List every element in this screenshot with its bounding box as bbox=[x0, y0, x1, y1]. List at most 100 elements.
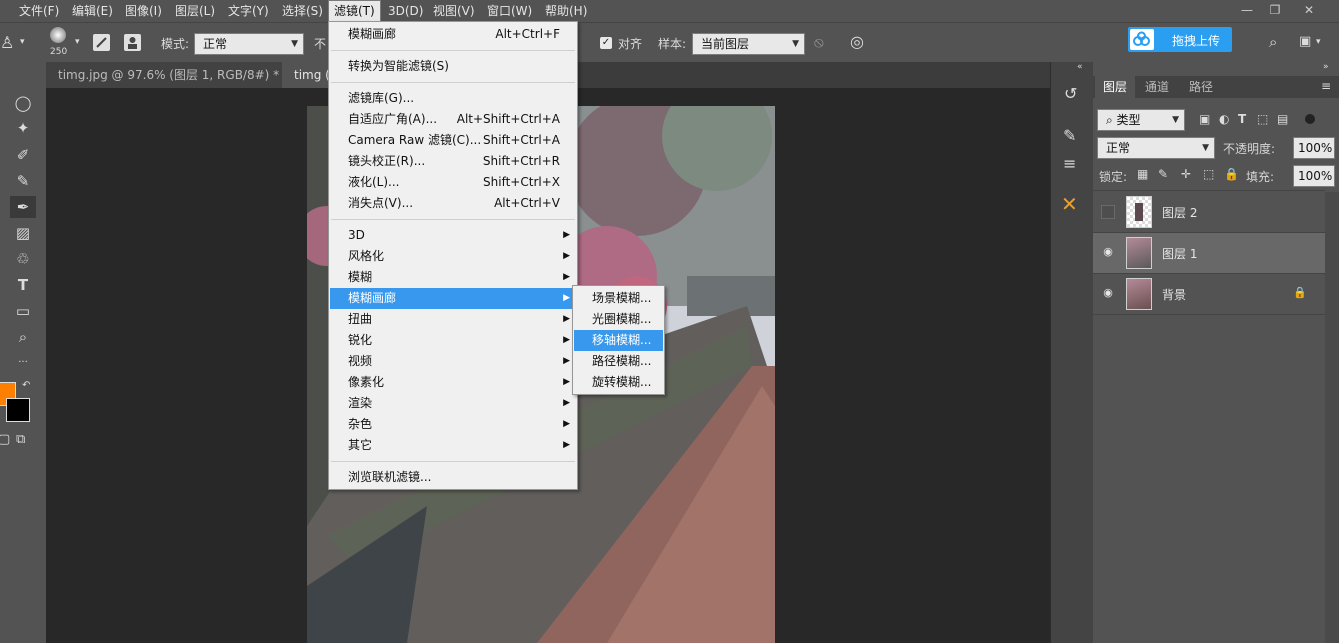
swap-colors-icon[interactable]: ↶ bbox=[22, 380, 30, 391]
chevron-down-icon[interactable]: ▾ bbox=[20, 37, 25, 47]
layer-filter-select[interactable]: ⌕ 类型 ▼ bbox=[1097, 109, 1185, 131]
menu-item-video[interactable]: 视频 ▶ bbox=[330, 351, 576, 372]
lock-all-icon[interactable]: 🔒 bbox=[1224, 167, 1239, 181]
menu-item-last-filter[interactable]: 模糊画廊 Alt+Ctrl+F bbox=[330, 24, 576, 45]
menu-item-stylize[interactable]: 风格化 ▶ bbox=[330, 246, 576, 267]
ignore-adjustment-layers-icon[interactable]: ⦸ bbox=[814, 33, 824, 51]
menu-item-browse-online[interactable]: 浏览联机滤镜... bbox=[330, 467, 576, 488]
sample-select[interactable]: 当前图层 ▼ bbox=[692, 33, 805, 55]
chevron-down-icon[interactable]: ▾ bbox=[75, 37, 80, 47]
workspace-icon[interactable]: ▣ bbox=[1299, 34, 1311, 49]
eyedropper-tool-icon[interactable]: ✐ bbox=[10, 144, 36, 166]
menu-type[interactable]: 文字(Y) bbox=[228, 0, 269, 22]
collapse-icon[interactable]: « bbox=[1077, 62, 1083, 72]
menu-item-iris-blur[interactable]: 光圈模糊... bbox=[574, 309, 663, 330]
eye-icon[interactable]: ◉ bbox=[1101, 245, 1115, 259]
menu-item-blur[interactable]: 模糊 ▶ bbox=[330, 267, 576, 288]
tab-timg-1[interactable]: timg (1 bbox=[282, 62, 332, 88]
tab-paths[interactable]: 路径 bbox=[1189, 76, 1213, 98]
clone-source-icon[interactable] bbox=[124, 34, 141, 51]
menu-item-3d[interactable]: 3D ▶ bbox=[330, 225, 576, 246]
chevron-down-icon[interactable]: ▾ bbox=[1316, 37, 1321, 47]
tab-timg-jpg[interactable]: timg.jpg @ 97.6% (图层 1, RGB/8#) * bbox=[46, 62, 282, 88]
layer-row[interactable]: 图层 2 bbox=[1093, 192, 1325, 233]
fill-input[interactable]: 100% bbox=[1293, 165, 1335, 187]
lock-position-icon[interactable]: ✛ bbox=[1181, 167, 1191, 181]
brush-settings-icon[interactable] bbox=[93, 34, 110, 51]
menu-item-sharpen[interactable]: 锐化 ▶ bbox=[330, 330, 576, 351]
menu-item-lens-correction[interactable]: 镜头校正(R)... Shift+Ctrl+R bbox=[330, 151, 576, 172]
menu-item-filter-gallery[interactable]: 滤镜库(G)... bbox=[330, 88, 576, 109]
menu-item-path-blur[interactable]: 路径模糊... bbox=[574, 351, 663, 372]
background-color-swatch[interactable] bbox=[6, 398, 30, 422]
pen-tool-icon[interactable]: ♲ bbox=[10, 248, 36, 270]
blend-mode-select[interactable]: 正常 ▼ bbox=[1097, 137, 1215, 159]
more-tools-icon[interactable]: ··· bbox=[10, 352, 36, 374]
layer-name[interactable]: 图层 1 bbox=[1162, 245, 1197, 262]
menu-item-distort[interactable]: 扭曲 ▶ bbox=[330, 309, 576, 330]
close-icon[interactable]: ✕ bbox=[1296, 0, 1322, 20]
menu-item-pixelate[interactable]: 像素化 ▶ bbox=[330, 372, 576, 393]
screen-mode-icon[interactable]: ⧉ bbox=[16, 432, 25, 447]
menu-item-liquify[interactable]: 液化(L)... Shift+Ctrl+X bbox=[330, 172, 576, 193]
rectangle-tool-icon[interactable]: ▭ bbox=[10, 300, 36, 322]
panel-menu-icon[interactable]: ≡ bbox=[1321, 79, 1331, 93]
menu-item-vanishing-point[interactable]: 消失点(V)... Alt+Ctrl+V bbox=[330, 193, 576, 214]
visibility-toggle-off[interactable] bbox=[1101, 205, 1115, 219]
type-tool-icon[interactable]: T bbox=[10, 274, 36, 296]
opacity-input[interactable]: 100% bbox=[1293, 137, 1335, 159]
filter-shape-icon[interactable]: ⬚ bbox=[1257, 112, 1268, 126]
adjustments-icon[interactable]: ≡ bbox=[1063, 154, 1076, 173]
zoom-tool-icon[interactable]: ⌕ bbox=[10, 326, 36, 348]
filter-smart-object-icon[interactable]: ▤ bbox=[1277, 112, 1288, 126]
minimize-icon[interactable]: — bbox=[1234, 0, 1260, 20]
restore-icon[interactable]: ❐ bbox=[1262, 0, 1288, 20]
clone-stamp-tool-icon[interactable]: ♙ bbox=[0, 33, 14, 52]
pressure-size-icon[interactable]: ◎ bbox=[850, 32, 864, 51]
align-checkbox[interactable]: ✓ bbox=[600, 37, 612, 49]
filter-adjustment-icon[interactable]: ◐ bbox=[1219, 112, 1229, 126]
brush-preview-icon[interactable] bbox=[50, 27, 66, 43]
layer-name[interactable]: 背景 bbox=[1162, 286, 1186, 303]
history-icon[interactable]: ↺ bbox=[1064, 84, 1077, 103]
menu-edit[interactable]: 编辑(E) bbox=[72, 0, 113, 22]
menu-item-blur-gallery[interactable]: 模糊画廊 ▶ bbox=[330, 288, 576, 309]
menu-item-adaptive-wide-angle[interactable]: 自适应广角(A)... Alt+Shift+Ctrl+A bbox=[330, 109, 576, 130]
menu-item-tilt-shift[interactable]: 移轴模糊... bbox=[574, 330, 663, 351]
healing-brush-tool-icon[interactable]: ✎ bbox=[10, 170, 36, 192]
tab-layers[interactable]: 图层 bbox=[1095, 76, 1136, 98]
quick-select-tool-icon[interactable]: ✦ bbox=[10, 117, 36, 139]
gradient-tool-icon[interactable]: ▨ bbox=[10, 222, 36, 244]
menu-item-field-blur[interactable]: 场景模糊... bbox=[574, 288, 663, 309]
eye-icon[interactable]: ◉ bbox=[1101, 286, 1115, 300]
collapse-icon[interactable]: » bbox=[1323, 62, 1329, 72]
menu-item-convert-smart-filter[interactable]: 转换为智能滤镜(S) bbox=[330, 56, 576, 77]
layers-scrollbar[interactable] bbox=[1325, 192, 1339, 643]
menu-window[interactable]: 窗口(W) bbox=[487, 0, 532, 22]
tab-channels[interactable]: 通道 bbox=[1145, 76, 1169, 98]
lock-artboard-icon[interactable]: ⬚ bbox=[1203, 167, 1214, 181]
layer-name[interactable]: 图层 2 bbox=[1162, 204, 1197, 221]
upload-button[interactable]: 拖拽上传 bbox=[1128, 27, 1232, 52]
lock-transparent-icon[interactable]: ▦ bbox=[1137, 167, 1148, 181]
menu-3d[interactable]: 3D(D) bbox=[388, 0, 423, 22]
lock-image-icon[interactable]: ✎ bbox=[1158, 167, 1168, 181]
menu-help[interactable]: 帮助(H) bbox=[545, 0, 587, 22]
menu-item-noise[interactable]: 杂色 ▶ bbox=[330, 414, 576, 435]
clone-source-tools-icon[interactable]: ✕ bbox=[1061, 192, 1078, 216]
clone-stamp-tool-icon[interactable]: ✒ bbox=[10, 196, 36, 218]
quick-mask-icon[interactable]: ▢ bbox=[0, 432, 10, 447]
menu-file[interactable]: 文件(F) bbox=[19, 0, 59, 22]
filter-pixel-icon[interactable]: ▣ bbox=[1199, 112, 1210, 126]
menu-layer[interactable]: 图层(L) bbox=[175, 0, 215, 22]
menu-item-other[interactable]: 其它 ▶ bbox=[330, 435, 576, 456]
menu-filter[interactable]: 滤镜(T) bbox=[328, 0, 381, 22]
search-icon[interactable]: ⌕ bbox=[1269, 33, 1277, 51]
menu-image[interactable]: 图像(I) bbox=[125, 0, 162, 22]
brush-presets-icon[interactable]: ✎ bbox=[1063, 126, 1076, 145]
mode-select[interactable]: 正常 ▼ bbox=[194, 33, 304, 55]
lasso-tool-icon[interactable]: ◯ bbox=[10, 92, 36, 114]
menu-item-camera-raw[interactable]: Camera Raw 滤镜(C)... Shift+Ctrl+A bbox=[330, 130, 576, 151]
menu-item-render[interactable]: 渲染 ▶ bbox=[330, 393, 576, 414]
menu-view[interactable]: 视图(V) bbox=[433, 0, 475, 22]
